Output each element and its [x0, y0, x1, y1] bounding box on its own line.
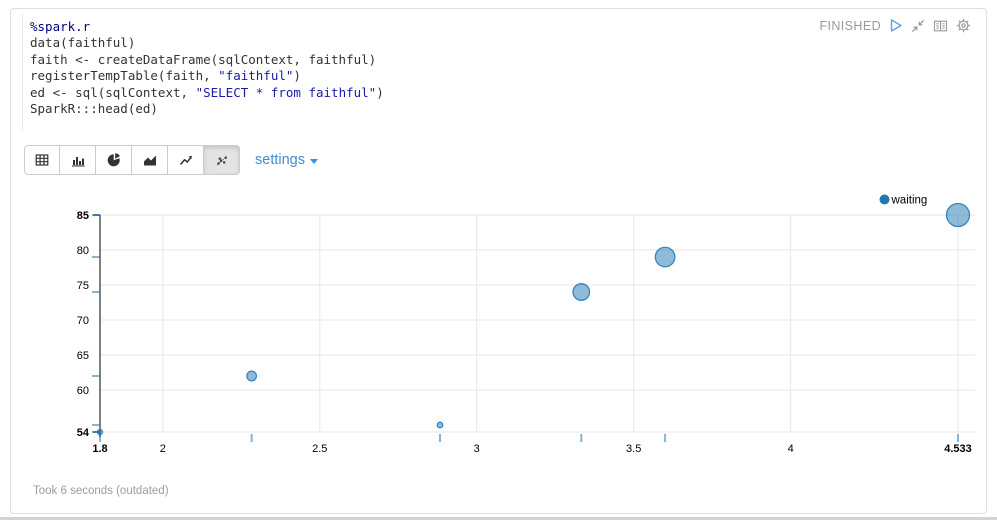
paragraph-settings-button[interactable]: [956, 18, 971, 33]
pie-chart-icon: [107, 153, 121, 167]
scatter-chart-icon: [215, 153, 229, 167]
result-toolbar: settings: [24, 145, 318, 175]
chart-type-table-button[interactable]: [24, 145, 60, 175]
collapse-button[interactable]: [911, 19, 925, 33]
play-icon: [889, 18, 903, 33]
data-point[interactable]: [98, 430, 103, 435]
code-line: ed <- sql(sqlContext, "SELECT * from fai…: [30, 85, 790, 101]
legend-swatch: [880, 195, 890, 205]
x-tick-label: 2.5: [312, 443, 327, 455]
status-actions: [889, 18, 971, 33]
y-tick-label: 80: [77, 245, 89, 257]
bar-chart-icon: [71, 153, 85, 167]
chart-type-bar-button[interactable]: [60, 145, 96, 175]
legend-item[interactable]: waiting: [880, 195, 928, 207]
chart-type-scatter-button[interactable]: [204, 145, 240, 175]
data-point[interactable]: [437, 422, 443, 428]
gear-icon: [956, 18, 971, 33]
x-tick-label: 4.533: [944, 443, 972, 455]
chart-type-toolbar: [24, 145, 240, 175]
y-tick-label: 65: [77, 350, 89, 362]
y-tick-label: 75: [77, 280, 89, 292]
status-badge: FINISHED: [819, 19, 881, 33]
data-point[interactable]: [247, 371, 257, 381]
data-point[interactable]: [655, 247, 675, 267]
settings-dropdown[interactable]: settings: [255, 152, 318, 168]
code-line: %spark.r: [30, 19, 790, 35]
chart-type-line-button[interactable]: [168, 145, 204, 175]
y-tick-label: 85: [77, 210, 89, 222]
x-tick-label: 1.8: [92, 443, 107, 455]
x-tick-label: 2: [160, 443, 166, 455]
chart-type-pie-button[interactable]: [96, 145, 132, 175]
x-tick-label: 4: [788, 443, 794, 455]
line-chart-icon: [179, 153, 193, 167]
paragraph-status-bar: FINISHED: [819, 18, 971, 33]
book-icon: [933, 19, 948, 33]
scatter-chart: 54 60 65 70 75 80 85 1.8 2 2.5 3 3.5 4 4.533 waiting: [0, 185, 997, 475]
y-tick-label: 54: [77, 427, 90, 439]
code-editor[interactable]: %spark.rdata(faithful)faith <- createDat…: [22, 14, 790, 131]
code-line: SparkR:::head(ed): [30, 101, 790, 117]
x-tick-label: 3: [474, 443, 480, 455]
data-point[interactable]: [573, 284, 590, 301]
x-tick-label: 3.5: [626, 443, 641, 455]
data-point[interactable]: [947, 204, 970, 227]
code-line: registerTempTable(faith, "faithful"): [30, 68, 790, 84]
y-tick-label: 70: [77, 315, 89, 327]
run-button[interactable]: [889, 18, 903, 33]
y-tick-label: 60: [77, 385, 89, 397]
editor-toggle-button[interactable]: [933, 19, 948, 33]
code-line: faith <- createDataFrame(sqlContext, fai…: [30, 52, 790, 68]
chart-type-area-button[interactable]: [132, 145, 168, 175]
area-chart-icon: [143, 153, 157, 167]
caret-down-icon: [310, 159, 318, 164]
zeppelin-paragraph: %spark.rdata(faithful)faith <- createDat…: [0, 0, 997, 520]
settings-label: settings: [255, 152, 305, 168]
table-icon: [35, 153, 49, 167]
compress-icon: [911, 19, 925, 33]
execution-time: Took 6 seconds (outdated): [33, 485, 169, 497]
code-line: data(faithful): [30, 35, 790, 51]
legend-label: waiting: [891, 195, 928, 207]
